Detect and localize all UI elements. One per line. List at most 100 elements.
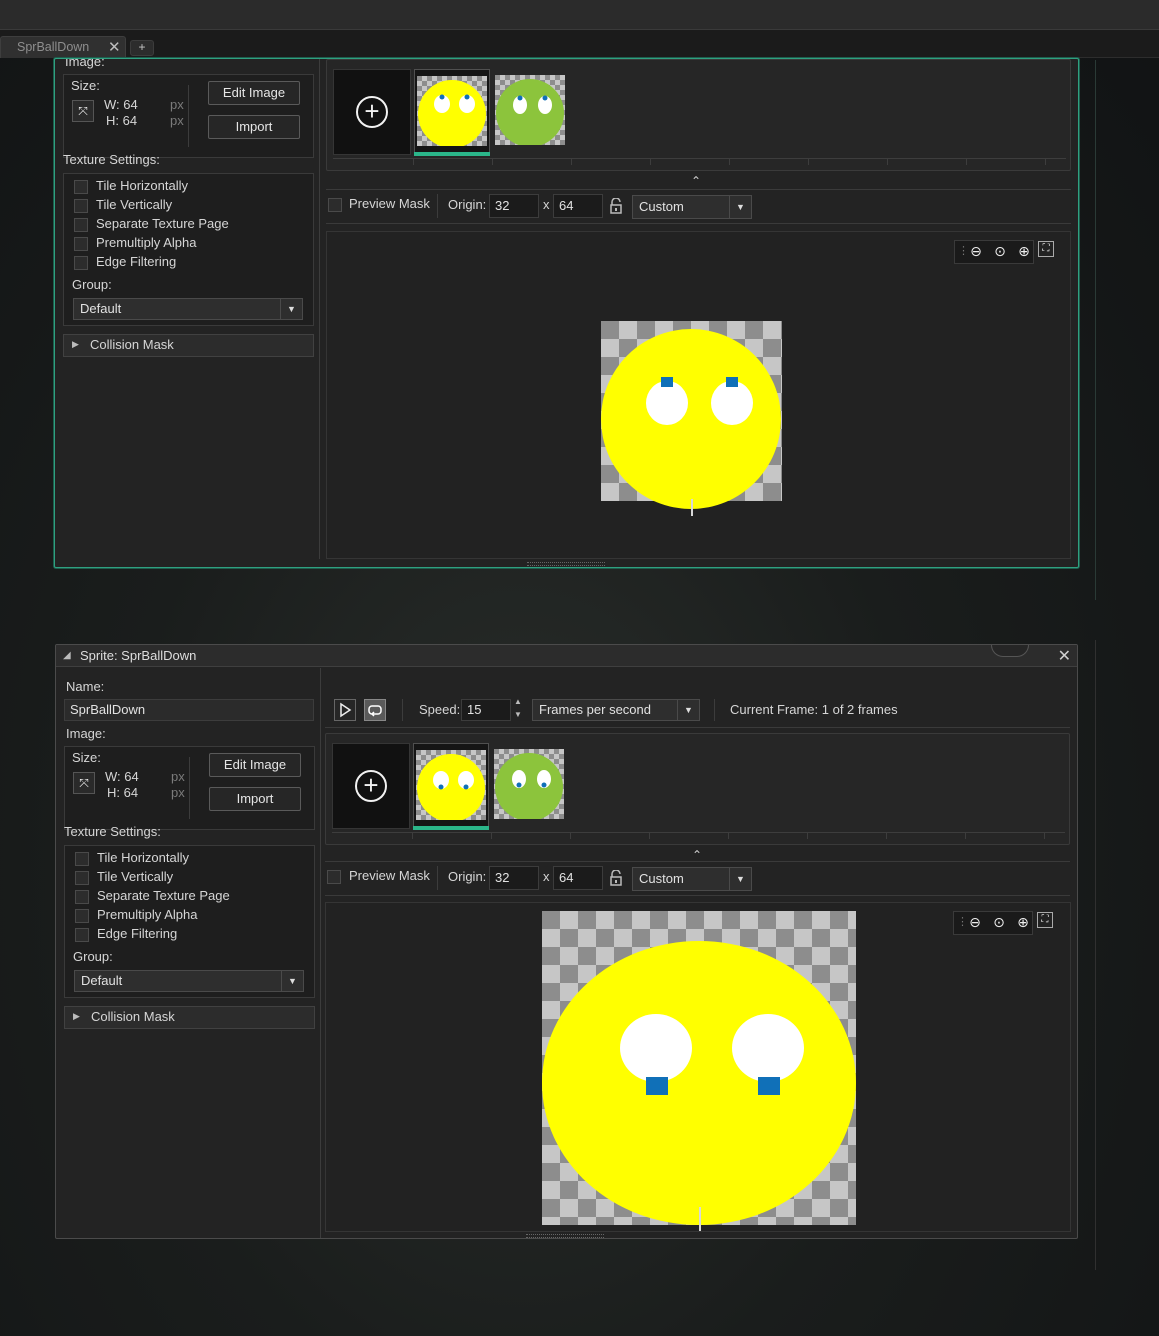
tile-horizontally-checkbox[interactable] — [75, 852, 89, 866]
frame-thumbnail-1[interactable] — [413, 743, 489, 829]
close-icon[interactable]: ✕ — [108, 38, 121, 56]
edit-image-button[interactable]: Edit Image — [209, 753, 301, 777]
checkbox-label: Edge Filtering — [97, 926, 178, 941]
group-dropdown[interactable]: Default ▼ — [74, 970, 304, 992]
separate-texture-page-checkbox[interactable] — [75, 890, 89, 904]
tab-sprballdown[interactable]: SprBallDown ✕ — [0, 36, 126, 58]
separate-texture-page-checkbox[interactable] — [74, 218, 88, 232]
chevron-down-icon: ▼ — [729, 868, 751, 890]
timeline-ruler — [332, 832, 1065, 840]
zoom-reset-icon[interactable]: ⊙ — [990, 242, 1010, 262]
zoom-out-icon[interactable]: ⊖ — [965, 913, 985, 933]
origin-x-input[interactable]: 32 — [489, 866, 539, 890]
edit-image-button[interactable]: Edit Image — [208, 81, 300, 105]
collision-mask-header[interactable]: ▶ Collision Mask — [63, 334, 314, 357]
checkbox-label: Tile Vertically — [97, 869, 174, 884]
collapse-window-icon[interactable]: ◢ — [63, 650, 71, 661]
sprite-window-top: Image: Size: ⤧ W: 64 H: 64 px px Edit Im… — [54, 58, 1079, 568]
edge-filtering-checkbox[interactable] — [75, 928, 89, 942]
preview-mask-checkbox[interactable] — [328, 198, 342, 212]
chevron-down-icon: ▼ — [677, 700, 699, 720]
divider — [326, 189, 1071, 190]
resize-grip[interactable] — [527, 562, 605, 566]
origin-preset-dropdown[interactable]: Custom ▼ — [632, 867, 752, 891]
frame-thumbnail-2[interactable] — [495, 75, 565, 147]
width-value: W: 64 — [105, 769, 139, 784]
zoom-reset-icon[interactable]: ⊙ — [989, 913, 1009, 933]
chevron-down-icon[interactable]: ▼ — [514, 710, 522, 719]
zoom-in-icon[interactable]: ⊕ — [1014, 242, 1034, 262]
chevron-up-icon[interactable]: ▲ — [514, 697, 522, 706]
divider — [437, 194, 438, 218]
tile-vertically-checkbox[interactable] — [74, 199, 88, 213]
name-input[interactable]: SprBallDown — [64, 699, 314, 721]
frame-thumbnail-1[interactable] — [414, 69, 490, 155]
play-button[interactable] — [334, 699, 356, 721]
frame-1-image — [417, 76, 487, 146]
size-panel: Size: ⤧ W: 64 H: 64 px px Edit Image Imp… — [64, 746, 315, 830]
tile-vertically-checkbox[interactable] — [75, 871, 89, 885]
checkbox-label: Separate Texture Page — [96, 216, 229, 231]
add-frame-button[interactable]: + — [332, 743, 410, 829]
size-panel: Size: ⤧ W: 64 H: 64 px px Edit Image Imp… — [63, 74, 314, 158]
close-icon[interactable]: ✕ — [1058, 646, 1071, 666]
collapse-icon[interactable]: ⌃ — [692, 848, 702, 862]
preview-mask-checkbox[interactable] — [327, 870, 341, 884]
speed-unit-dropdown[interactable]: Frames per second ▼ — [532, 699, 700, 721]
origin-y-input[interactable]: 64 — [553, 866, 603, 890]
resize-grip[interactable] — [526, 1234, 604, 1238]
group-label: Group: — [73, 949, 113, 964]
checkbox-label: Edge Filtering — [96, 254, 177, 269]
add-frame-button[interactable]: + — [333, 69, 411, 155]
divider — [188, 85, 189, 147]
import-button[interactable]: Import — [209, 787, 301, 811]
texture-settings-panel: Tile Horizontally Tile Vertically Separa… — [64, 845, 315, 998]
premultiply-alpha-checkbox[interactable] — [74, 237, 88, 251]
frame-thumbnail-2[interactable] — [494, 749, 564, 821]
collision-mask-header[interactable]: ▶ Collision Mask — [64, 1006, 315, 1029]
selected-frame-indicator — [413, 826, 489, 830]
tile-horizontally-checkbox[interactable] — [74, 180, 88, 194]
sprite-canvas[interactable]: ⋮ ⊖ ⊙ ⊕ ⛶ — [326, 231, 1071, 559]
origin-preset-value: Custom — [639, 199, 684, 214]
group-label: Group: — [72, 277, 112, 292]
origin-y-input[interactable]: 64 — [553, 194, 603, 218]
lock-icon[interactable] — [609, 197, 623, 214]
sprite-canvas[interactable]: ⋮ ⊖ ⊙ ⊕ ⛶ — [325, 902, 1071, 1232]
checkbox-label: Premultiply Alpha — [97, 907, 198, 922]
collapse-icon[interactable]: ⌃ — [691, 174, 701, 188]
frame-strip-panel: + — [326, 59, 1071, 171]
origin-x-input[interactable]: 32 — [489, 194, 539, 218]
fit-icon[interactable]: ⤧ — [73, 772, 95, 794]
zoom-in-icon[interactable]: ⊕ — [1013, 913, 1033, 933]
window-titlebar[interactable]: ◢ Sprite: SprBallDown ✕ — [56, 645, 1077, 667]
edge-filtering-checkbox[interactable] — [74, 256, 88, 270]
origin-preset-dropdown[interactable]: Custom ▼ — [632, 195, 752, 219]
background-divider — [1095, 60, 1096, 600]
divider — [326, 223, 1071, 224]
zoom-out-icon[interactable]: ⊖ — [966, 242, 986, 262]
height-value: H: 64 — [107, 785, 139, 800]
loop-button[interactable] — [364, 699, 386, 721]
zoom-toolbar: ⋮ ⊖ ⊙ ⊕ — [953, 911, 1033, 935]
fullscreen-icon[interactable]: ⛶ — [1037, 912, 1053, 928]
import-button[interactable]: Import — [208, 115, 300, 139]
divider — [402, 699, 403, 721]
fullscreen-icon[interactable]: ⛶ — [1038, 241, 1054, 257]
lock-icon[interactable] — [609, 869, 623, 886]
sprite-window-bottom: ◢ Sprite: SprBallDown ✕ Name: SprBallDow… — [55, 644, 1078, 1239]
fit-icon[interactable]: ⤧ — [72, 100, 94, 122]
play-icon — [340, 702, 352, 718]
premultiply-alpha-checkbox[interactable] — [75, 909, 89, 923]
timeline-ruler — [333, 158, 1066, 166]
divider — [325, 861, 1070, 862]
name-label: Name: — [66, 679, 105, 694]
add-tab-button[interactable]: + — [130, 40, 154, 56]
speed-input[interactable]: 15 — [461, 699, 511, 721]
group-value: Default — [81, 973, 123, 988]
group-dropdown[interactable]: Default ▼ — [73, 298, 303, 320]
checkbox-label: Tile Horizontally — [97, 850, 189, 865]
current-frame-status: Current Frame: 1 of 2 frames — [730, 702, 898, 717]
speed-unit-value: Frames per second — [539, 702, 651, 717]
background-divider — [1095, 640, 1096, 1270]
